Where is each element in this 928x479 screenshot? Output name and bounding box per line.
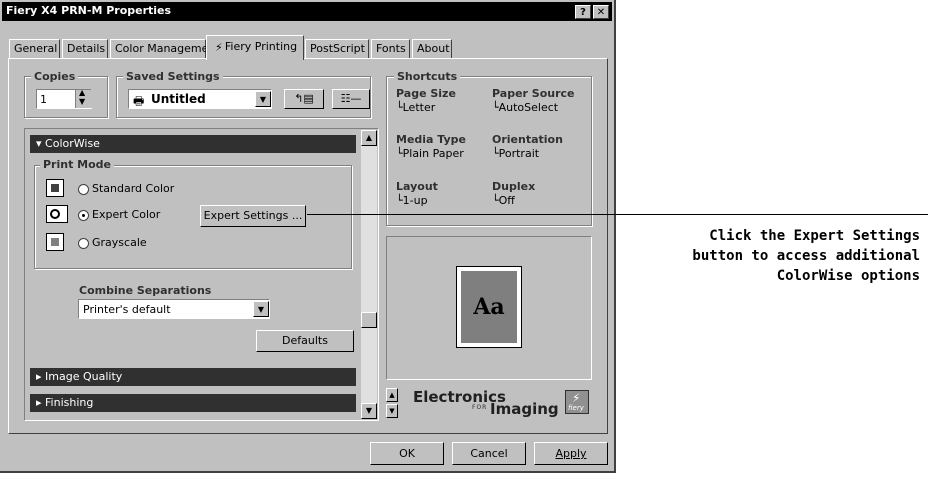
copies-input[interactable]: 1 ▲ ▼ — [36, 88, 92, 109]
spin-down-icon[interactable]: ▼ — [79, 97, 85, 106]
printer-icon: 🖶 — [133, 94, 145, 108]
saved-settings-value: Untitled — [151, 92, 206, 106]
combine-separations-value: Printer's default — [83, 303, 171, 316]
image-quality-title: Image Quality — [45, 370, 123, 383]
cancel-button[interactable]: Cancel — [452, 442, 526, 465]
grayscale-icon — [46, 233, 64, 251]
fiery-text: fiery — [568, 404, 584, 412]
colorwise-header[interactable]: ▾ ColorWise — [30, 135, 356, 153]
tab-label: Fiery Printing — [224, 40, 298, 53]
save-icon: ↰▤ — [294, 92, 314, 105]
manage-settings-button[interactable]: ☷— — [332, 89, 370, 109]
finishing-header[interactable]: ▸ Finishing — [30, 394, 356, 412]
collapsed-icon: ▸ — [36, 396, 46, 409]
chevron-down-icon[interactable]: ▼ — [255, 91, 271, 107]
scroll-up-icon[interactable]: ▲ — [386, 388, 398, 402]
preview-text: Aa — [461, 271, 517, 343]
callout-line-2: button to access additional — [692, 248, 920, 264]
expert-color-icon — [46, 205, 68, 223]
layout-label[interactable]: Layout — [396, 180, 438, 193]
media-type-value[interactable]: └Plain Paper — [396, 147, 464, 160]
callout-text: Click the Expert Settings button to acce… — [620, 226, 920, 286]
help-button[interactable]: ? — [575, 5, 591, 19]
save-settings-button[interactable]: ↰▤ — [284, 89, 324, 109]
brand-for: FOR — [472, 404, 488, 411]
paper-source-label[interactable]: Paper Source — [492, 87, 575, 100]
fiery-logo: ⚡ fiery — [565, 390, 589, 414]
callout-line-1: Click the Expert Settings — [709, 228, 920, 244]
layout-value[interactable]: └1-up — [396, 194, 428, 207]
tab-details[interactable]: Details — [62, 39, 108, 59]
lightning-icon: ⚡ — [215, 41, 223, 54]
page-size-label[interactable]: Page Size — [396, 87, 456, 100]
close-button[interactable]: ✕ — [593, 5, 609, 19]
scroll-down-icon[interactable]: ▼ — [386, 404, 398, 418]
saved-settings-label: Saved Settings — [123, 70, 223, 83]
apply-button[interactable]: Apply — [534, 442, 608, 465]
collapsed-icon: ▸ — [36, 370, 46, 383]
paper-source-value[interactable]: └AutoSelect — [492, 101, 558, 114]
tab-general[interactable]: General — [9, 39, 60, 59]
chevron-down-icon[interactable]: ▼ — [253, 301, 269, 317]
scroll-thumb[interactable] — [361, 312, 377, 328]
colorwise-title: ColorWise — [45, 137, 100, 150]
saved-settings-dropdown[interactable]: 🖶 Untitled ▼ — [128, 89, 272, 109]
grayscale-radio[interactable] — [78, 238, 89, 249]
list-icon: ☷— — [340, 92, 362, 105]
ok-button[interactable]: OK — [370, 442, 444, 465]
combine-separations-label: Combine Separations — [79, 284, 212, 297]
vertical-scrollbar[interactable] — [361, 130, 377, 419]
brand-line2: Imaging — [490, 400, 559, 418]
expert-color-radio[interactable] — [78, 210, 89, 221]
copies-value: 1 — [40, 93, 47, 106]
tab-fiery-printing[interactable]: ⚡ Fiery Printing — [206, 35, 304, 60]
lightning-icon: ⚡ — [572, 391, 581, 405]
grayscale-label[interactable]: Grayscale — [92, 236, 147, 249]
expert-color-label[interactable]: Expert Color — [92, 208, 160, 221]
tab-color-management[interactable]: Color Management — [110, 39, 220, 59]
window-title: Fiery X4 PRN-M Properties — [6, 4, 172, 17]
copies-label: Copies — [31, 70, 79, 83]
tab-postscript[interactable]: PostScript — [305, 39, 369, 59]
callout-leader-line — [307, 214, 928, 215]
orientation-label[interactable]: Orientation — [492, 133, 563, 146]
tab-about[interactable]: About — [412, 39, 452, 59]
spin-up-icon[interactable]: ▲ — [79, 88, 85, 97]
combine-separations-dropdown[interactable]: Printer's default ▼ — [78, 299, 270, 319]
expert-settings-button[interactable]: Expert Settings ... — [200, 205, 306, 227]
scroll-up-icon[interactable]: ▲ — [361, 130, 377, 146]
defaults-button[interactable]: Defaults — [256, 330, 354, 352]
expand-icon: ▾ — [36, 137, 46, 150]
duplex-value[interactable]: └Off — [492, 194, 515, 207]
standard-color-icon — [46, 179, 64, 197]
shortcuts-label: Shortcuts — [394, 70, 461, 83]
orientation-value[interactable]: └Portrait — [492, 147, 539, 160]
standard-color-radio[interactable] — [78, 184, 89, 195]
standard-color-label[interactable]: Standard Color — [92, 182, 174, 195]
title-bar[interactable]: Fiery X4 PRN-M Properties ? ✕ — [2, 2, 612, 21]
finishing-title: Finishing — [45, 396, 94, 409]
page-preview: Aa — [456, 266, 522, 348]
tab-fonts[interactable]: Fonts — [371, 39, 410, 59]
copies-spinner[interactable]: ▲ ▼ — [75, 88, 92, 108]
image-quality-header[interactable]: ▸ Image Quality — [30, 368, 356, 386]
properties-dialog: Fiery X4 PRN-M Properties ? ✕ General De… — [0, 0, 616, 473]
callout-line-3: ColorWise options — [776, 268, 920, 284]
page-size-value[interactable]: └Letter — [396, 101, 435, 114]
scroll-down-icon[interactable]: ▼ — [361, 403, 377, 419]
print-mode-label: Print Mode — [40, 158, 115, 171]
duplex-label[interactable]: Duplex — [492, 180, 535, 193]
media-type-label[interactable]: Media Type — [396, 133, 466, 146]
